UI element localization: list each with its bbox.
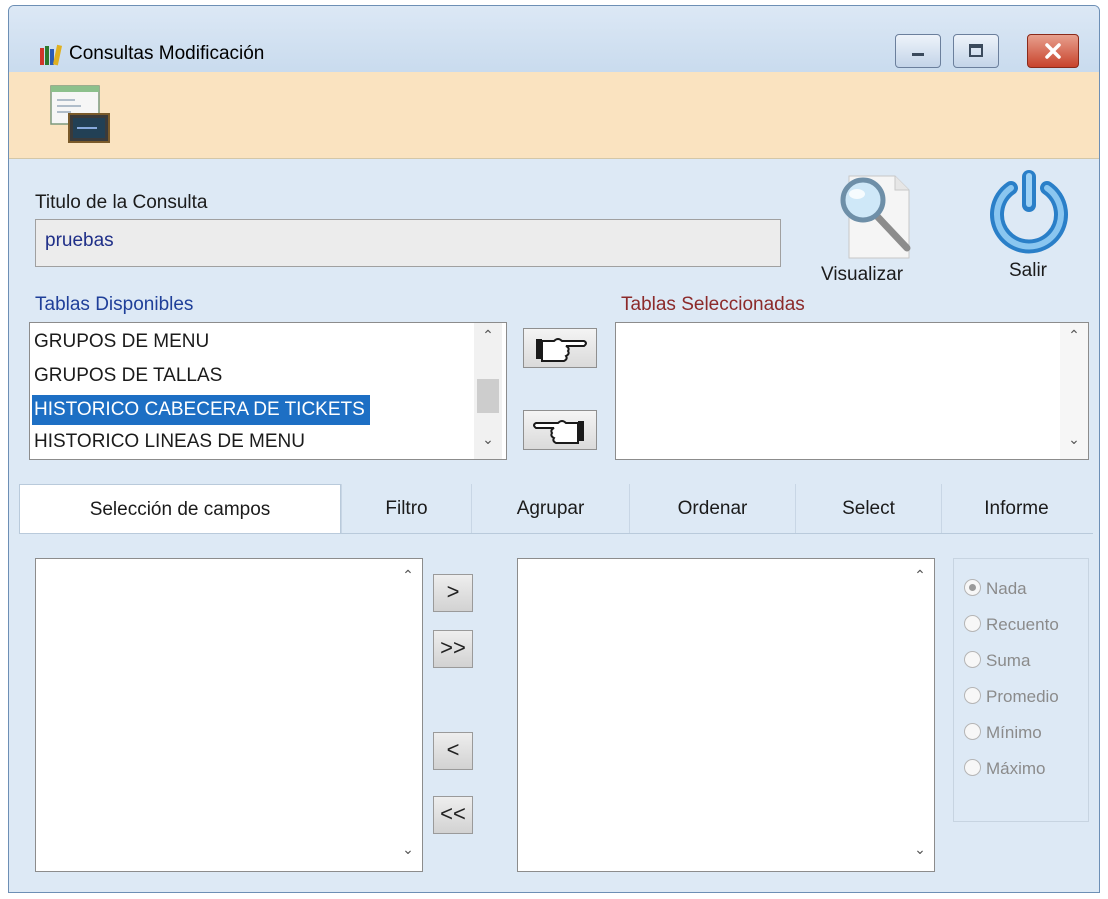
scroll-up-icon[interactable]: ⌃ bbox=[394, 567, 422, 584]
visualizar-button[interactable]: Visualizar bbox=[821, 164, 933, 294]
list-item-selected[interactable]: HISTORICO CABECERA DE TICKETS bbox=[32, 395, 370, 425]
radio-promedio[interactable]: Promedio bbox=[964, 687, 1059, 711]
query-editor-icon bbox=[50, 85, 110, 143]
minimize-icon bbox=[912, 53, 924, 56]
visualizar-label: Visualizar bbox=[821, 264, 904, 285]
tab-agrupar[interactable]: Agrupar bbox=[471, 484, 629, 534]
books-icon bbox=[40, 44, 63, 66]
tab-seleccion-de-campos[interactable]: Selección de campos bbox=[19, 484, 341, 534]
radio-icon bbox=[964, 687, 981, 705]
remove-table-button[interactable] bbox=[523, 410, 597, 450]
scroll-down-icon[interactable]: ⌄ bbox=[474, 431, 502, 448]
available-tables-list[interactable]: GRUPOS DE MENU GRUPOS DE TALLAS HISTORIC… bbox=[29, 322, 507, 460]
title-bar[interactable]: Consultas Modificación bbox=[9, 6, 1099, 72]
window-title: Consultas Modificación bbox=[69, 43, 265, 64]
selected-tables-label: Tablas Seleccionadas bbox=[621, 294, 805, 315]
radio-icon bbox=[964, 615, 981, 633]
scroll-up-icon[interactable]: ⌃ bbox=[1060, 327, 1088, 344]
scroll-up-icon[interactable]: ⌃ bbox=[906, 567, 934, 584]
magnifier-icon bbox=[840, 175, 911, 259]
power-icon bbox=[990, 170, 1068, 254]
radio-recuento[interactable]: Recuento bbox=[964, 615, 1059, 639]
scroll-up-icon[interactable]: ⌃ bbox=[474, 327, 502, 344]
radio-minimo[interactable]: Mínimo bbox=[964, 723, 1042, 747]
scrollbar[interactable]: ⌃ ⌄ bbox=[1060, 323, 1088, 459]
query-editor-button[interactable] bbox=[45, 82, 115, 146]
radio-suma[interactable]: Suma bbox=[964, 651, 1030, 675]
scrollbar[interactable]: ⌃ ⌄ bbox=[394, 559, 422, 871]
tab-select[interactable]: Select bbox=[795, 484, 941, 534]
tab-informe[interactable]: Informe bbox=[941, 484, 1091, 534]
radio-icon bbox=[964, 723, 981, 741]
salir-button[interactable]: Salir bbox=[977, 164, 1081, 294]
add-field-button[interactable]: > bbox=[433, 574, 473, 612]
list-item[interactable]: HISTORICO LINEAS DE MENU bbox=[34, 427, 305, 457]
available-tables-label: Tablas Disponibles bbox=[35, 294, 194, 315]
tab-ordenar[interactable]: Ordenar bbox=[629, 484, 795, 534]
query-title-label: Titulo de la Consulta bbox=[35, 192, 208, 213]
toolbar bbox=[9, 72, 1099, 159]
scroll-down-icon[interactable]: ⌄ bbox=[1060, 431, 1088, 448]
remove-field-button[interactable]: < bbox=[433, 732, 473, 770]
selected-tables-list[interactable]: ⌃ ⌄ bbox=[615, 322, 1089, 460]
selected-fields-list[interactable]: ⌃ ⌄ bbox=[517, 558, 935, 872]
minimize-button[interactable] bbox=[895, 34, 941, 68]
add-all-fields-button[interactable]: >> bbox=[433, 630, 473, 668]
radio-nada[interactable]: Nada bbox=[964, 579, 1027, 603]
list-item[interactable]: GRUPOS DE MENU bbox=[34, 327, 209, 357]
remove-all-fields-button[interactable]: << bbox=[433, 796, 473, 834]
tab-filtro[interactable]: Filtro bbox=[341, 484, 471, 534]
close-button[interactable] bbox=[1027, 34, 1079, 68]
radio-selected-icon bbox=[964, 579, 981, 597]
scroll-down-icon[interactable]: ⌄ bbox=[394, 841, 422, 858]
maximize-icon bbox=[969, 44, 983, 57]
aggregation-radio-group: Nada Recuento Suma Promedio Mínimo Máxim… bbox=[953, 558, 1089, 822]
maximize-button[interactable] bbox=[953, 34, 999, 68]
hand-pointing-right-icon bbox=[536, 338, 587, 362]
radio-icon bbox=[964, 651, 981, 669]
available-fields-list[interactable]: ⌃ ⌄ bbox=[35, 558, 423, 872]
radio-icon bbox=[964, 759, 981, 777]
salir-label: Salir bbox=[1009, 260, 1048, 281]
query-window: Consultas Modificación Titulo de la Cons… bbox=[8, 5, 1100, 893]
add-table-button[interactable] bbox=[523, 328, 597, 368]
scrollbar-thumb[interactable] bbox=[477, 379, 499, 413]
scroll-down-icon[interactable]: ⌄ bbox=[906, 841, 934, 858]
query-title-input[interactable]: pruebas bbox=[35, 219, 781, 267]
scrollbar[interactable]: ⌃ ⌄ bbox=[474, 323, 502, 459]
radio-maximo[interactable]: Máximo bbox=[964, 759, 1046, 783]
scrollbar[interactable]: ⌃ ⌄ bbox=[906, 559, 934, 871]
list-item[interactable]: GRUPOS DE TALLAS bbox=[34, 361, 222, 391]
close-icon bbox=[1045, 43, 1061, 59]
hand-pointing-left-icon bbox=[533, 420, 584, 444]
